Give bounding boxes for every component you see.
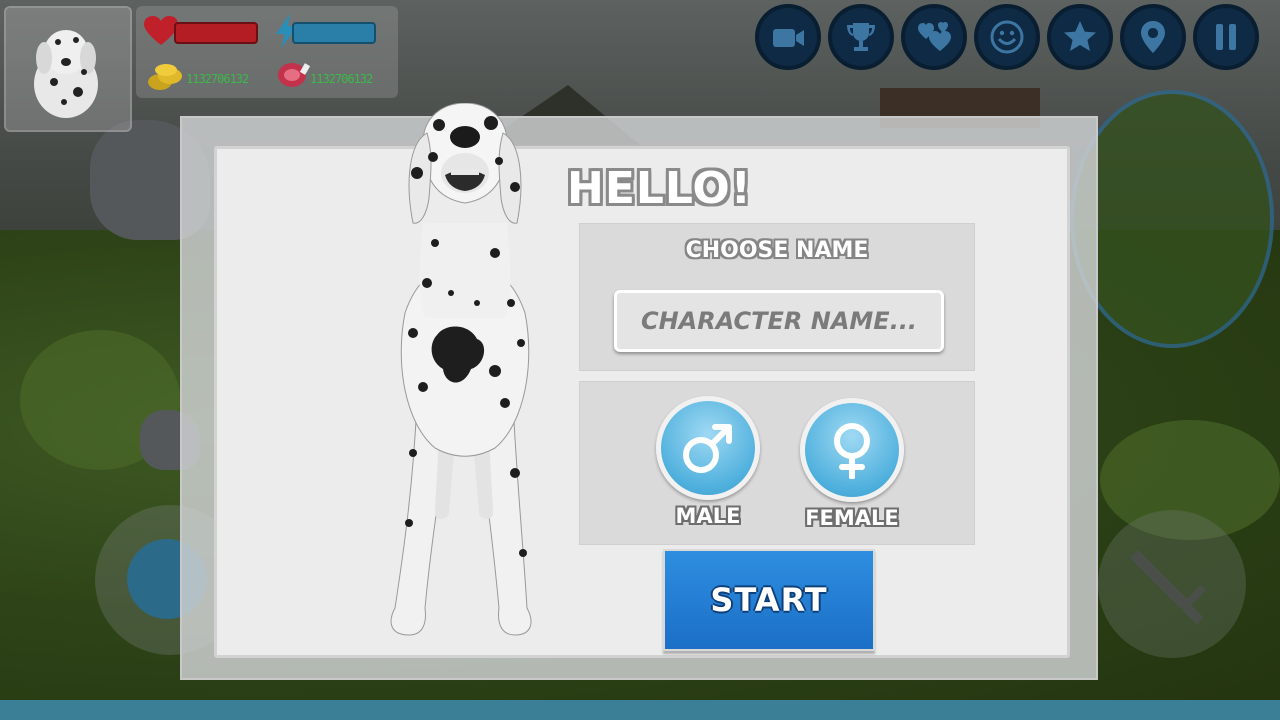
coins-counter: 1132706132 xyxy=(186,72,249,86)
male-button[interactable] xyxy=(656,396,760,500)
character-setup-dialog: HELLO! CHOOSE NAME MALE FEMALE START xyxy=(180,103,1098,680)
dialog-content: HELLO! CHOOSE NAME MALE FEMALE START xyxy=(214,103,1070,658)
hearts-icon xyxy=(918,22,951,51)
player-portrait[interactable] xyxy=(4,6,132,132)
dalmatian-dog-model xyxy=(390,103,532,636)
minimap[interactable] xyxy=(1070,90,1274,348)
character-name-input[interactable] xyxy=(614,290,944,352)
heart-icon xyxy=(144,16,178,45)
male-label: MALE xyxy=(675,504,741,528)
favorites-button[interactable] xyxy=(1047,4,1113,70)
start-button[interactable]: START xyxy=(663,549,875,651)
meat-icon xyxy=(278,63,310,87)
location-button[interactable] xyxy=(1120,4,1186,70)
camera-icon xyxy=(773,29,804,47)
female-button[interactable] xyxy=(800,398,904,502)
choose-name-label: CHOOSE NAME xyxy=(685,238,869,263)
hearts-button[interactable] xyxy=(901,4,967,70)
star-icon xyxy=(1064,21,1096,51)
camera-button[interactable] xyxy=(755,4,821,70)
sword-icon xyxy=(1130,550,1207,625)
pause-icon xyxy=(1216,24,1236,50)
stats-panel: 1132706132 1132706132 xyxy=(136,6,398,98)
name-panel: CHOOSE NAME xyxy=(579,223,975,371)
coins-icon xyxy=(148,64,182,90)
gender-panel: MALE FEMALE xyxy=(579,381,975,545)
female-label: FEMALE xyxy=(805,506,899,530)
health-bar xyxy=(174,22,258,44)
meat-counter: 1132706132 xyxy=(310,72,373,86)
trophy-icon xyxy=(847,23,875,51)
water-strip xyxy=(0,700,1280,720)
emote-button[interactable] xyxy=(974,4,1040,70)
dialog-title: HELLO! xyxy=(567,163,752,214)
hud-toolbar xyxy=(755,4,1259,70)
dalmatian-portrait-icon xyxy=(34,30,98,118)
location-pin-icon xyxy=(1141,21,1165,53)
male-symbol-icon xyxy=(683,424,732,473)
smiley-icon xyxy=(990,20,1024,54)
trophy-button[interactable] xyxy=(828,4,894,70)
energy-bar xyxy=(292,22,376,44)
female-symbol-icon xyxy=(834,423,870,479)
pause-button[interactable] xyxy=(1193,4,1259,70)
attack-button[interactable] xyxy=(1098,510,1246,658)
